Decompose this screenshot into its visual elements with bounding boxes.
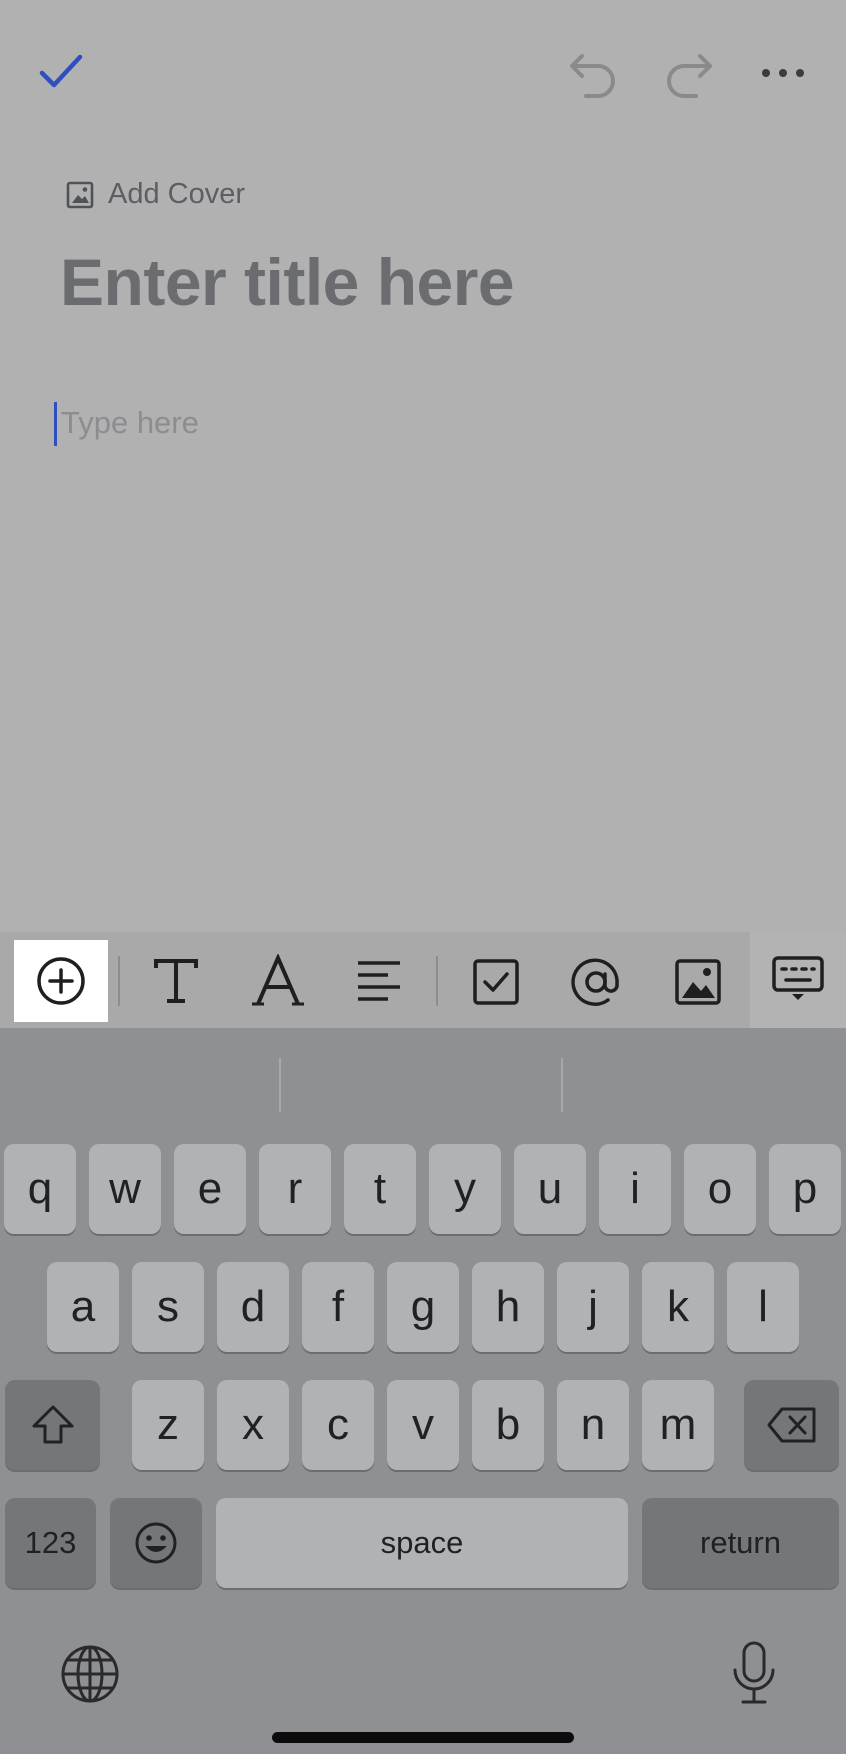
- emoji-key[interactable]: [110, 1498, 202, 1588]
- key-z[interactable]: z: [132, 1380, 204, 1470]
- key-f[interactable]: f: [302, 1262, 374, 1352]
- home-indicator: [272, 1732, 574, 1743]
- emoji-icon: [135, 1522, 177, 1564]
- key-m[interactable]: m: [642, 1380, 714, 1470]
- text-cursor: [54, 402, 57, 446]
- shift-icon: [32, 1405, 73, 1444]
- key-l[interactable]: l: [727, 1262, 799, 1352]
- text-style-icon[interactable]: [152, 956, 200, 1006]
- image-icon[interactable]: [674, 958, 722, 1006]
- shift-key[interactable]: [5, 1380, 100, 1470]
- key-k[interactable]: k: [642, 1262, 714, 1352]
- font-color-icon[interactable]: [252, 954, 304, 1008]
- key-x[interactable]: x: [217, 1380, 289, 1470]
- title-input[interactable]: Enter title here: [60, 244, 515, 320]
- globe-icon[interactable]: [60, 1644, 120, 1704]
- body-input[interactable]: Type here: [61, 405, 199, 441]
- insert-plus-icon: [37, 957, 85, 1005]
- key-q[interactable]: q: [4, 1144, 76, 1234]
- key-u[interactable]: u: [514, 1144, 586, 1234]
- key-y[interactable]: y: [429, 1144, 501, 1234]
- key-d[interactable]: d: [217, 1262, 289, 1352]
- key-p[interactable]: p: [769, 1144, 841, 1234]
- key-w[interactable]: w: [89, 1144, 161, 1234]
- numbers-key[interactable]: 123: [5, 1498, 96, 1588]
- key-g[interactable]: g: [387, 1262, 459, 1352]
- toolbar-divider: [118, 956, 120, 1006]
- key-n[interactable]: n: [557, 1380, 629, 1470]
- key-c[interactable]: c: [302, 1380, 374, 1470]
- delete-key[interactable]: [744, 1380, 839, 1470]
- key-i[interactable]: i: [599, 1144, 671, 1234]
- return-key[interactable]: return: [642, 1498, 839, 1588]
- key-e[interactable]: e: [174, 1144, 246, 1234]
- redo-icon[interactable]: [662, 50, 714, 100]
- backspace-icon: [767, 1407, 815, 1443]
- image-icon: [66, 181, 94, 208]
- key-h[interactable]: h: [472, 1262, 544, 1352]
- keyboard-toggle-button[interactable]: [750, 932, 846, 1028]
- add-cover-button[interactable]: Add Cover: [66, 178, 245, 211]
- undo-icon[interactable]: [568, 50, 620, 100]
- microphone-icon[interactable]: [730, 1640, 778, 1706]
- add-cover-label: Add Cover: [108, 178, 246, 210]
- key-v[interactable]: v: [387, 1380, 459, 1470]
- key-a[interactable]: a: [47, 1262, 119, 1352]
- mention-icon[interactable]: [570, 956, 622, 1008]
- keyboard-hide-icon: [772, 956, 824, 1000]
- align-icon[interactable]: [356, 958, 402, 1004]
- key-b[interactable]: b: [472, 1380, 544, 1470]
- toolbar-divider: [436, 956, 438, 1006]
- key-o[interactable]: o: [684, 1144, 756, 1234]
- check-icon[interactable]: [38, 52, 84, 92]
- key-t[interactable]: t: [344, 1144, 416, 1234]
- suggestion-divider: [279, 1058, 281, 1112]
- checkbox-icon[interactable]: [472, 958, 520, 1006]
- key-j[interactable]: j: [557, 1262, 629, 1352]
- space-key[interactable]: space: [216, 1498, 628, 1588]
- suggestion-divider: [561, 1058, 563, 1112]
- insert-button[interactable]: [14, 940, 108, 1022]
- more-icon[interactable]: [760, 66, 806, 80]
- key-r[interactable]: r: [259, 1144, 331, 1234]
- key-s[interactable]: s: [132, 1262, 204, 1352]
